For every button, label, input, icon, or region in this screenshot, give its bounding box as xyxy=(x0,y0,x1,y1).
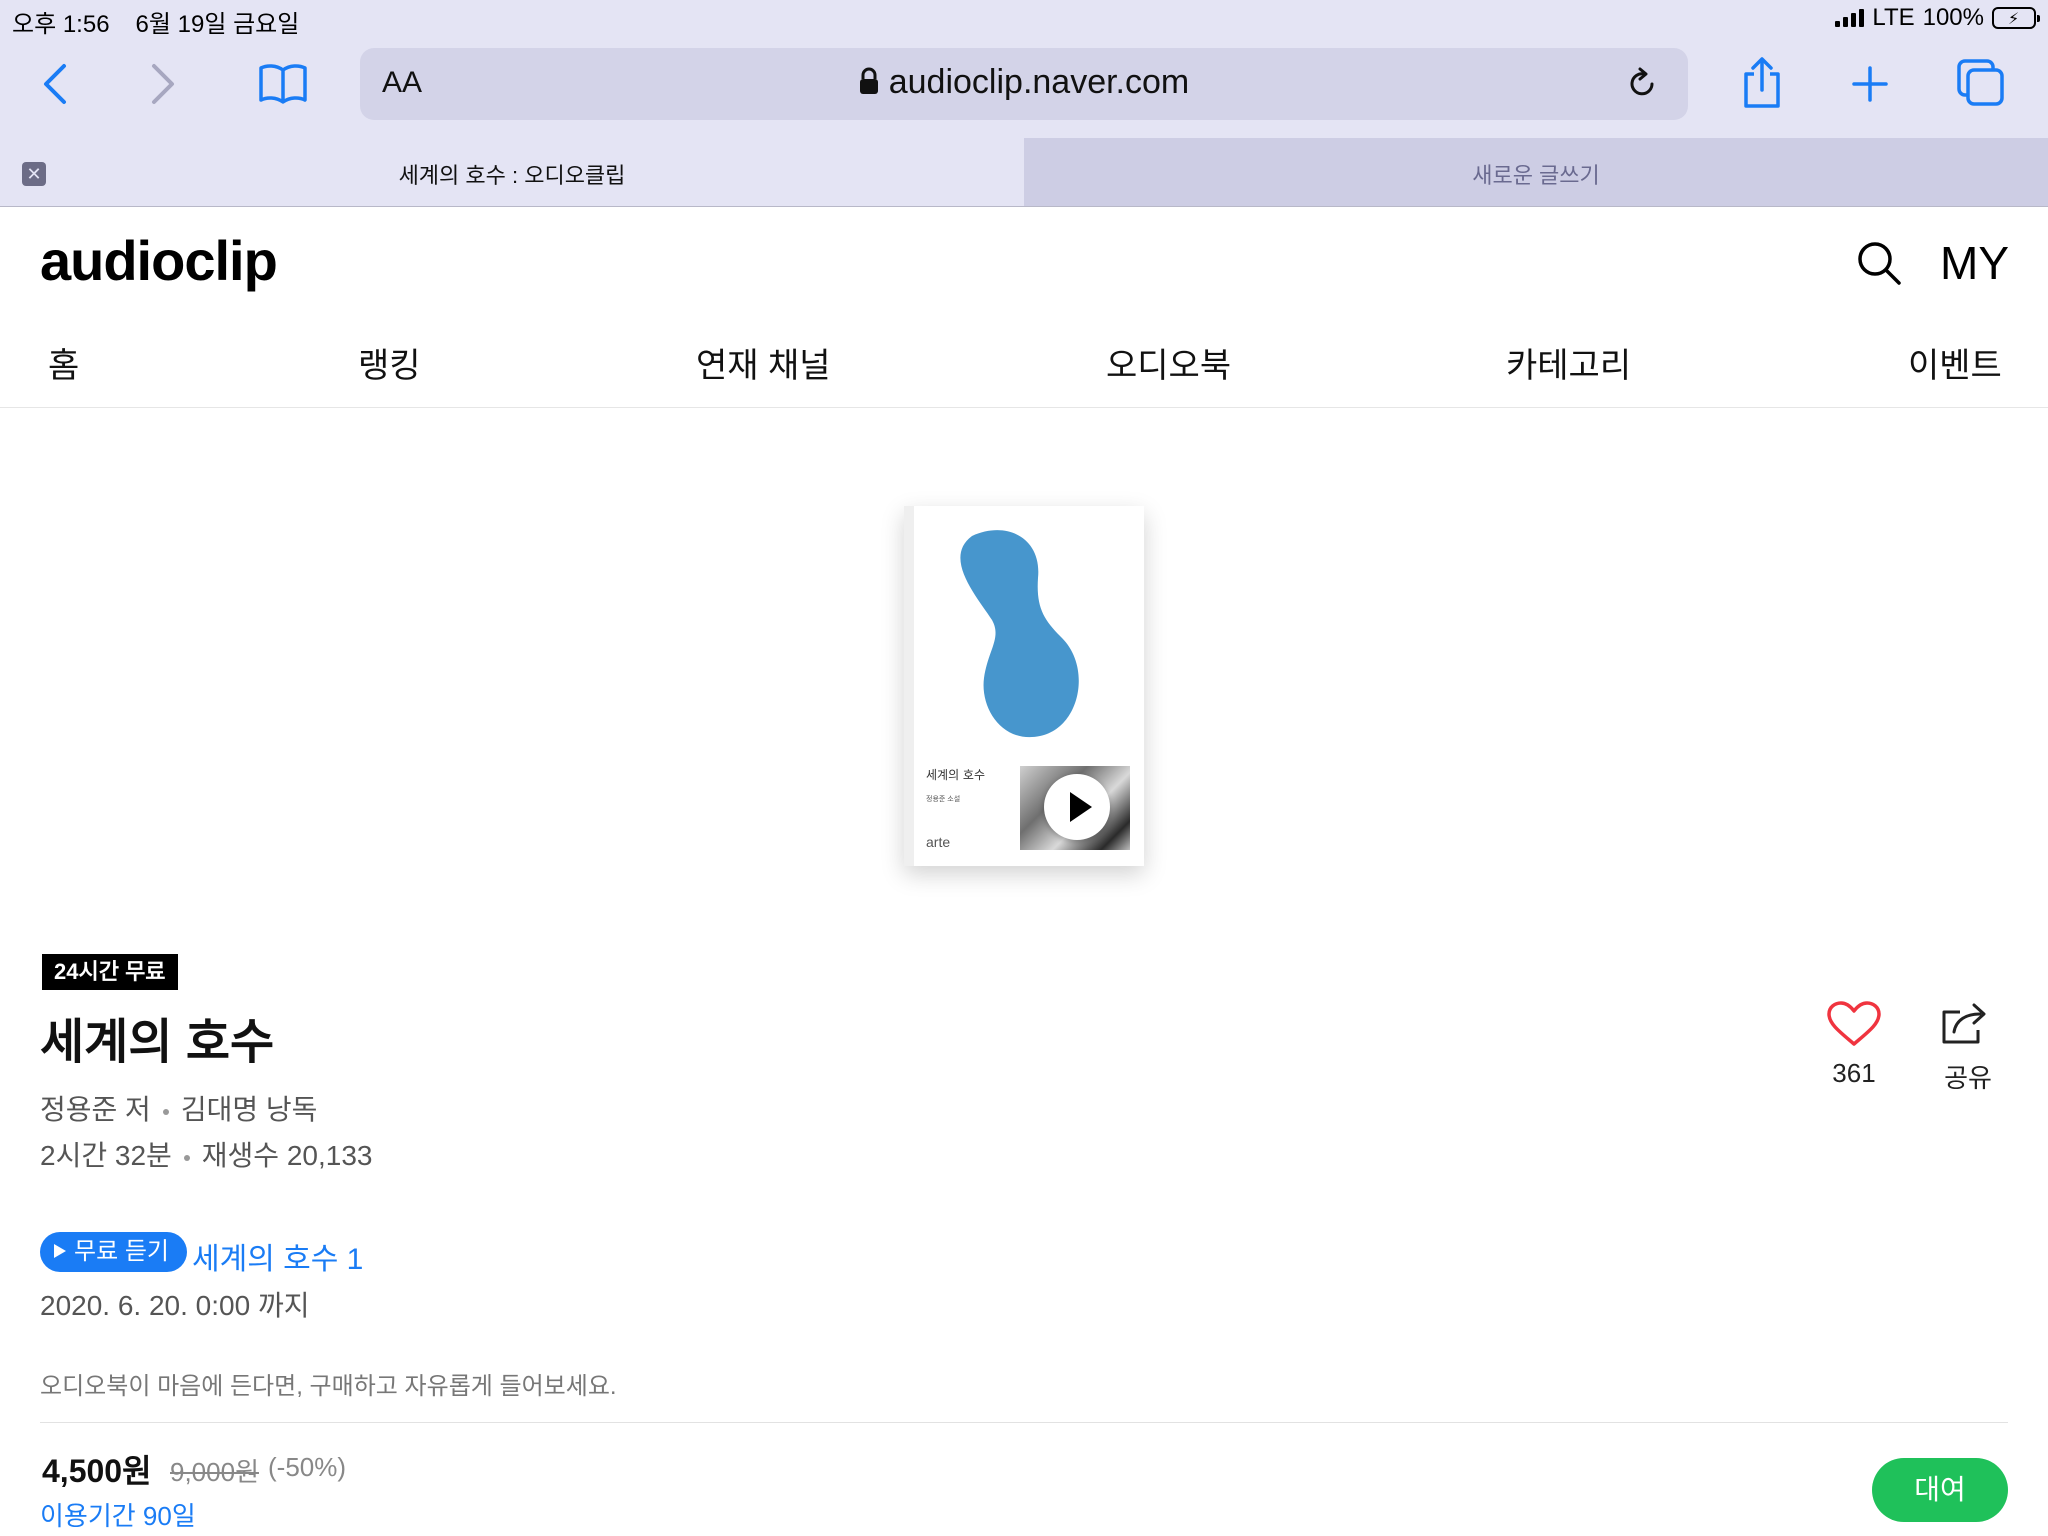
tab-title: 세계의 호수 : 오디오클립 xyxy=(398,163,626,188)
purchase-notice: 오디오북이 마음에 든다면, 구매하고 자유롭게 들어보세요. xyxy=(40,1373,617,1400)
reload-icon[interactable] xyxy=(1624,66,1660,102)
network-type: LTE xyxy=(1872,4,1915,31)
new-tab-icon[interactable] xyxy=(1850,64,1890,104)
signal-icon xyxy=(1835,9,1865,27)
rental-period: 이용기간 90일 xyxy=(40,1501,196,1531)
cover-subtitle: 정용준 소설 xyxy=(926,796,961,803)
discount-rate: (-50%) xyxy=(268,1452,347,1482)
free-until-date: 2020. 6. 20. 0:00 까지 xyxy=(40,1290,310,1321)
tab-new-post[interactable]: 새로운 글쓰기 xyxy=(1024,138,2048,206)
separator-dot xyxy=(162,1108,169,1115)
status-date: 6월 19일 금요일 xyxy=(135,11,300,38)
free-listen-label: 무료 듣기 xyxy=(74,1238,169,1265)
cover-blob-art xyxy=(960,530,1079,738)
url-display[interactable]: audioclip.naver.com xyxy=(360,63,1688,102)
status-time: 오후 1:56 xyxy=(12,11,110,38)
free-24h-badge: 24시간 무료 xyxy=(42,954,178,990)
book-author[interactable]: 정용준 저 xyxy=(40,1094,151,1125)
cover-title: 세계의 호수 xyxy=(926,768,986,782)
section-divider xyxy=(40,1422,2008,1423)
nav-home[interactable]: 홈 xyxy=(48,338,79,387)
battery-percent: 100% xyxy=(1922,4,1984,31)
share-label[interactable]: 공유 xyxy=(1926,1058,2010,1095)
browser-chrome: 오후 1:56 6월 19일 금요일 LTE 100% ⚡ AA audiocli… xyxy=(0,0,2048,207)
book-title: 세계의 호수 xyxy=(40,1016,275,1069)
tabs-overview-icon[interactable] xyxy=(1956,58,2006,108)
audioclip-logo[interactable]: audioclip xyxy=(40,228,278,293)
chrome-divider xyxy=(0,206,2048,207)
play-button[interactable] xyxy=(1044,774,1110,840)
my-button[interactable]: MY xyxy=(1940,236,2009,290)
status-indicators: LTE 100% ⚡ xyxy=(1835,4,2040,32)
book-credits: 정용준 저 김대명 낭독 xyxy=(40,1088,317,1128)
sale-price: 4,500원 xyxy=(42,1453,152,1489)
original-price: 9,000원 xyxy=(170,1457,259,1487)
nav-ranking[interactable]: 랭킹 xyxy=(358,338,421,387)
back-icon[interactable] xyxy=(40,62,70,106)
address-bar[interactable]: AA audioclip.naver.com xyxy=(360,48,1688,120)
nav-audiobook[interactable]: 오디오북 xyxy=(1106,338,1231,387)
free-episode-link[interactable]: 세계의 호수 1 xyxy=(192,1234,363,1278)
heart-icon[interactable] xyxy=(1822,1000,1886,1048)
share-icon[interactable] xyxy=(1742,56,1782,110)
book-narrator[interactable]: 김대명 낭독 xyxy=(181,1094,318,1125)
nav-event[interactable]: 이벤트 xyxy=(1908,338,2002,387)
play-triangle-icon xyxy=(54,1244,66,1258)
tab-strip: ✕ 세계의 호수 : 오디오클립 새로운 글쓰기 xyxy=(0,138,2048,206)
tab-audioclip[interactable]: ✕ 세계의 호수 : 오디오클립 xyxy=(0,138,1024,206)
status-time-date: 오후 1:56 6월 19일 금요일 xyxy=(12,4,325,39)
book-cover[interactable]: 세계의 호수 정용준 소설 arte xyxy=(904,506,1144,866)
bookmarks-icon[interactable] xyxy=(258,62,308,106)
nav-category[interactable]: 카테고리 xyxy=(1506,338,1631,387)
battery-icon: ⚡ xyxy=(1992,7,2040,29)
book-stats: 2시간 32분 재생수 20,133 xyxy=(40,1134,372,1174)
forward-icon[interactable] xyxy=(148,62,178,106)
free-listen-button[interactable]: 무료 듣기 xyxy=(40,1232,187,1272)
separator-dot xyxy=(183,1154,190,1161)
url-text: audioclip.naver.com xyxy=(888,63,1190,101)
share-arrow-icon[interactable] xyxy=(1940,1000,1992,1046)
book-plays: 재생수 20,133 xyxy=(201,1140,373,1171)
tab-title: 새로운 글쓰기 xyxy=(1472,163,1600,188)
main-nav: 홈 랭킹 연재 채널 오디오북 카테고리 이벤트 xyxy=(0,330,2048,408)
like-count: 361 xyxy=(1832,1058,1876,1088)
book-duration: 2시간 32분 xyxy=(40,1140,172,1171)
nav-series-channel[interactable]: 연재 채널 xyxy=(696,338,831,387)
rent-button[interactable]: 대여 xyxy=(1872,1458,2008,1522)
cover-publisher: arte xyxy=(926,834,951,850)
search-icon[interactable] xyxy=(1856,240,1902,286)
lock-icon xyxy=(859,67,878,94)
